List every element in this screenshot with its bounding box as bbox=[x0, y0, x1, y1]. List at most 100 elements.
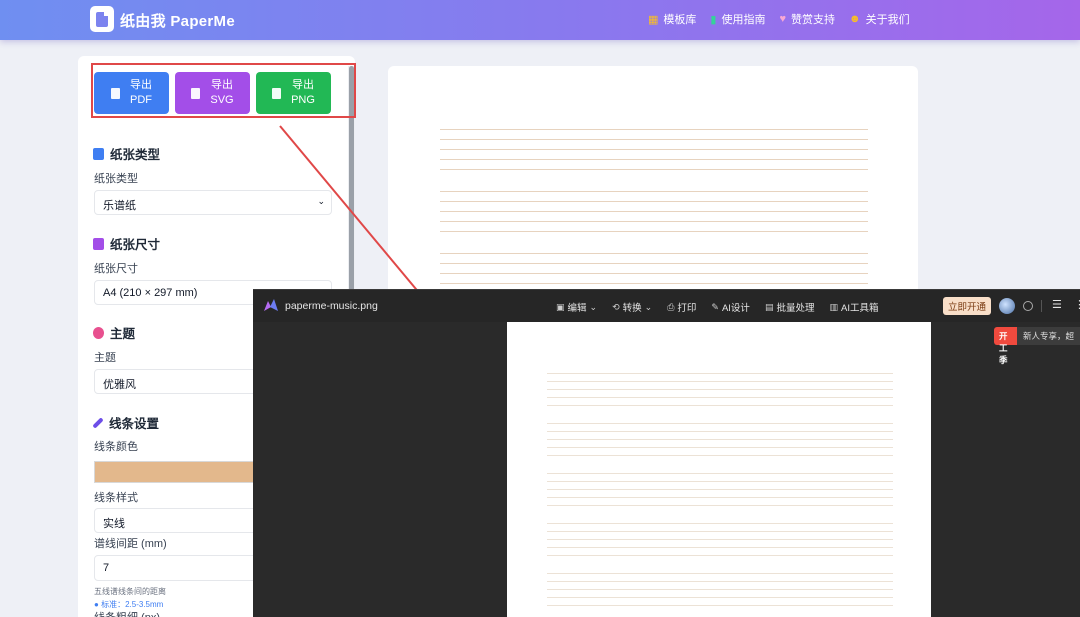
paper-type-value: 乐谱纸 bbox=[103, 200, 136, 212]
chevron-down-icon: ⌄ bbox=[644, 301, 653, 312]
staff-line bbox=[547, 455, 893, 456]
open-membership-button[interactable]: 立即开通 bbox=[943, 297, 991, 315]
tool-edit[interactable]: ▣ 编辑 ⌄ bbox=[556, 300, 598, 315]
staff-line bbox=[440, 211, 868, 212]
pencil-icon bbox=[92, 416, 104, 429]
section-paper-size: 纸张尺寸 bbox=[93, 234, 160, 253]
paper-type-label: 纸张类型 bbox=[94, 173, 138, 185]
section-theme: 主题 bbox=[93, 323, 135, 342]
theme-value: 优雅风 bbox=[103, 379, 136, 391]
avatar[interactable] bbox=[999, 298, 1015, 314]
staff-line bbox=[547, 423, 893, 424]
staff-line bbox=[547, 481, 893, 482]
staff-line bbox=[440, 191, 868, 192]
staff-line bbox=[547, 555, 893, 556]
staff-line bbox=[440, 159, 868, 160]
top-nav: ▦ 模板库 ▮ 使用指南 ♥ 赞赏支持 ☻ 关于我们 bbox=[648, 11, 910, 27]
staff-line bbox=[547, 489, 893, 490]
staff-line bbox=[547, 597, 893, 598]
staff-line bbox=[440, 263, 868, 264]
section-title: 纸张类型 bbox=[110, 148, 161, 162]
toolbox-icon: ▥ bbox=[829, 301, 838, 312]
settings-icon[interactable] bbox=[1023, 301, 1033, 311]
staff-line bbox=[547, 497, 893, 498]
tool-ai-toolbox[interactable]: ▥ AI工具箱 bbox=[829, 300, 878, 315]
nav-label: 模板库 bbox=[663, 14, 697, 26]
paper-size-label: 纸张尺寸 bbox=[94, 263, 138, 275]
line-style-label: 线条样式 bbox=[94, 492, 138, 504]
nav-label: 赞赏支持 bbox=[791, 14, 835, 26]
section-title: 线条设置 bbox=[109, 417, 160, 431]
print-icon: ⎙ bbox=[667, 301, 675, 312]
staff-line bbox=[547, 381, 893, 382]
staff-line bbox=[440, 139, 868, 140]
staff-line bbox=[547, 373, 893, 374]
viewer-logo-icon bbox=[264, 299, 278, 311]
document-icon bbox=[93, 147, 104, 160]
section-title: 主题 bbox=[110, 327, 136, 341]
chevron-down-icon: ⌄ bbox=[589, 301, 598, 312]
divider bbox=[1041, 300, 1042, 312]
spacing-label: 谱线间距 (mm) bbox=[94, 538, 167, 550]
staff-line bbox=[547, 389, 893, 390]
staff-line bbox=[547, 589, 893, 590]
nav-item-guide[interactable]: ▮ 使用指南 bbox=[710, 11, 765, 27]
tool-batch[interactable]: ▤ 批量处理 bbox=[765, 300, 815, 315]
line-color-label: 线条颜色 bbox=[94, 441, 138, 453]
promo-text: 新人专享，超 bbox=[1016, 327, 1080, 345]
ruler-icon bbox=[93, 237, 104, 250]
line-width-label: 线条粗细 (px) bbox=[94, 609, 160, 617]
staff-line bbox=[547, 439, 893, 440]
grid-icon: ▦ bbox=[648, 13, 659, 26]
staff-line bbox=[547, 405, 893, 406]
staff-line bbox=[440, 169, 868, 170]
spacing-value: 7 bbox=[103, 562, 110, 574]
chevron-down-icon: ⌄ bbox=[317, 196, 325, 206]
bulb-icon: ● bbox=[94, 600, 99, 609]
staff-line bbox=[440, 201, 868, 202]
staff-line bbox=[547, 547, 893, 548]
nav-item-about[interactable]: ☻ 关于我们 bbox=[849, 11, 910, 27]
highlight-box bbox=[91, 63, 356, 118]
staff-line bbox=[547, 523, 893, 524]
staff-line bbox=[547, 505, 893, 506]
spacing-hint: 五线谱线条间的距离 bbox=[94, 587, 166, 596]
staff-line bbox=[547, 447, 893, 448]
convert-icon: ⟲ bbox=[612, 301, 620, 312]
staff-line bbox=[547, 473, 893, 474]
users-icon: ☻ bbox=[849, 13, 861, 25]
ai-design-icon: ✎ bbox=[711, 301, 719, 312]
section-title: 纸张尺寸 bbox=[110, 238, 161, 252]
staff-line bbox=[547, 573, 893, 574]
staff-line bbox=[440, 283, 868, 284]
book-icon: ▮ bbox=[710, 13, 717, 26]
staff-line bbox=[547, 397, 893, 398]
nav-item-templates[interactable]: ▦ 模板库 bbox=[648, 11, 696, 27]
logo-icon[interactable] bbox=[90, 6, 114, 32]
paper-size-value: A4 (210 × 297 mm) bbox=[103, 287, 198, 299]
staff-line bbox=[547, 605, 893, 606]
spacing-tip-text: 标准：2.5-3.5mm bbox=[101, 600, 164, 609]
heart-icon: ♥ bbox=[779, 13, 786, 25]
nav-label: 使用指南 bbox=[721, 14, 766, 26]
palette-icon bbox=[93, 326, 104, 339]
line-style-value: 实线 bbox=[103, 518, 125, 530]
promo-banner[interactable]: 开工季 新人专享，超 bbox=[994, 327, 1080, 365]
nav-item-support[interactable]: ♥ 赞赏支持 bbox=[779, 11, 835, 27]
tool-ai-design[interactable]: ✎ AI设计 bbox=[711, 300, 750, 315]
paper-type-select[interactable]: 乐谱纸 ⌄ bbox=[94, 190, 332, 215]
menu-icon[interactable]: ☰ bbox=[1052, 298, 1062, 311]
brand-title[interactable]: 纸由我 PaperMe bbox=[120, 10, 235, 31]
theme-label: 主题 bbox=[94, 352, 116, 364]
staff-line bbox=[547, 531, 893, 532]
staff-line bbox=[440, 149, 868, 150]
staff-line bbox=[547, 431, 893, 432]
promo-tag: 开工季 bbox=[994, 327, 1017, 365]
staff-line bbox=[440, 253, 868, 254]
viewer-tools: ▣ 编辑 ⌄ ⟲ 转换 ⌄ ⎙ 打印 ✎ AI设计 ▤ 批量处理 ▥ AI工具箱 bbox=[556, 300, 878, 315]
more-icon[interactable]: ⋮ bbox=[1074, 298, 1080, 311]
staff-line bbox=[547, 539, 893, 540]
tool-convert[interactable]: ⟲ 转换 ⌄ bbox=[612, 300, 653, 315]
staff-line bbox=[440, 231, 868, 232]
tool-print[interactable]: ⎙ 打印 bbox=[667, 300, 696, 315]
